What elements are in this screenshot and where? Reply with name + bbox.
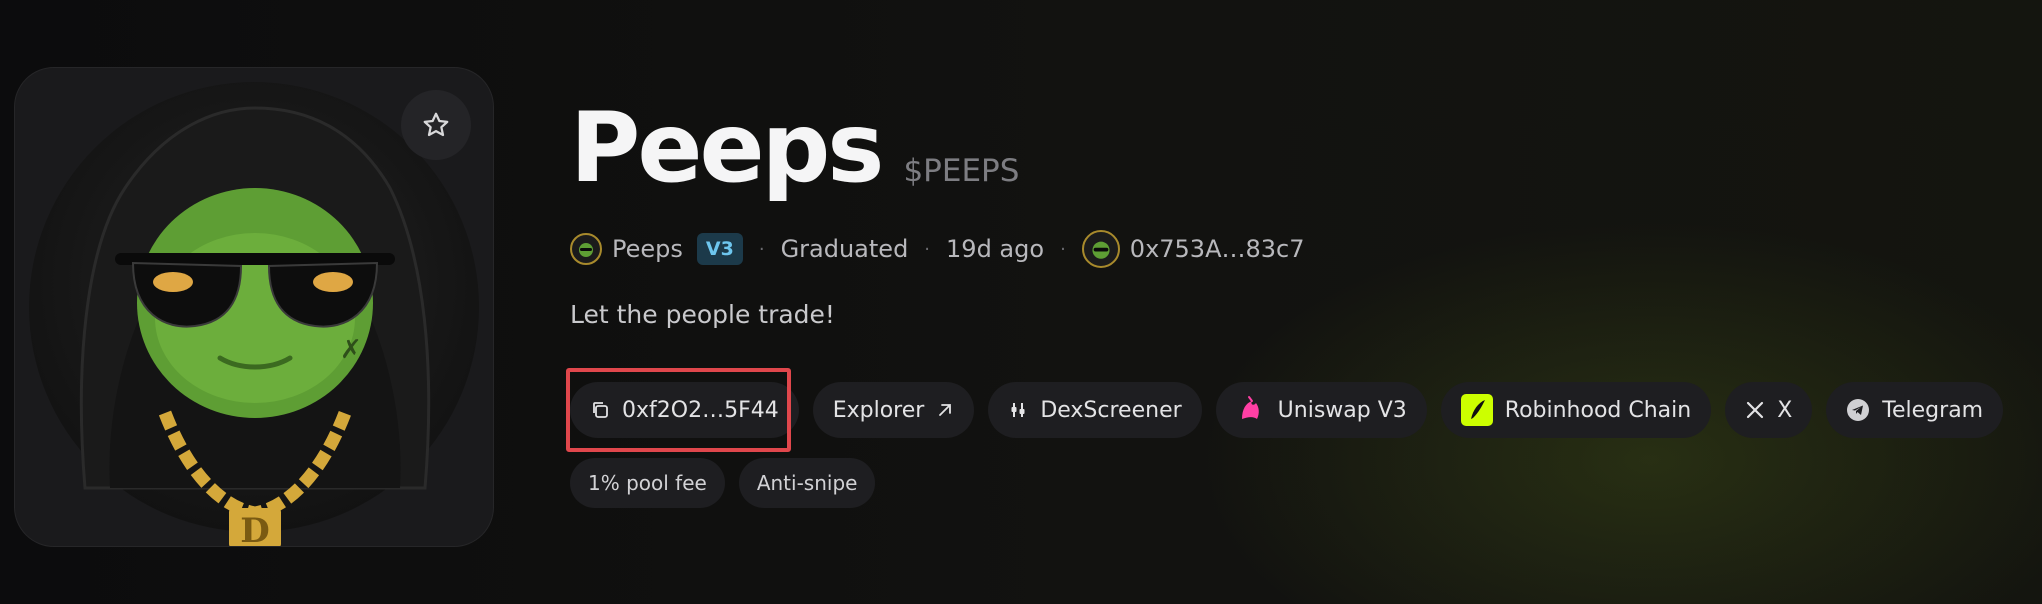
frog-avatar-icon	[1092, 241, 1110, 259]
favorite-button[interactable]	[401, 90, 471, 160]
pool-fee-tag: 1% pool fee	[570, 458, 725, 508]
svg-text:D: D	[240, 511, 269, 546]
separator-dot: ·	[1060, 238, 1066, 260]
external-arrow-icon	[939, 404, 952, 416]
token-tags: 1% pool fee Anti-snipe	[570, 458, 876, 508]
explorer-link[interactable]: Explorer	[812, 382, 975, 438]
x-label: X	[1777, 397, 1793, 423]
token-description: Let the people trade!	[570, 300, 835, 329]
dexscreener-link[interactable]: DexScreener	[988, 382, 1202, 438]
status-label: Graduated	[780, 235, 909, 263]
created-age: 19d ago	[946, 235, 1045, 263]
uniswap-label: Uniswap V3	[1277, 397, 1407, 423]
robinhood-chain-label: Robinhood Chain	[1504, 397, 1692, 423]
deployer-address[interactable]: 0x753A…83c7	[1130, 235, 1305, 263]
separator-dot: ·	[924, 238, 931, 260]
token-links: 0xf2O2…5F44 Explorer DexScreener Uniswap…	[570, 382, 2004, 438]
creator-avatar[interactable]	[570, 233, 602, 265]
token-image-card: ✗ D	[14, 67, 494, 547]
copy-contract-address-button[interactable]: 0xf2O2…5F44	[570, 382, 799, 438]
token-ticker: $PEEPS	[903, 153, 1020, 189]
telegram-icon	[1847, 399, 1870, 421]
version-badge: V3	[696, 233, 743, 265]
token-name: Peeps	[570, 92, 884, 204]
token-meta-row: Peeps V3 · Graduated · 19d ago · 0x753A……	[570, 229, 1305, 269]
frog-avatar-icon	[579, 243, 593, 257]
dexscreener-label: DexScreener	[1040, 397, 1182, 423]
token-header: Peeps $PEEPS	[570, 100, 1019, 196]
creator-name[interactable]: Peeps	[612, 235, 683, 263]
x-link[interactable]: X	[1725, 382, 1813, 438]
telegram-label: Telegram	[1882, 397, 1984, 423]
separator-dot: ·	[758, 238, 765, 260]
anti-snipe-tag: Anti-snipe	[738, 458, 876, 508]
contract-address-label: 0xf2O2…5F44	[622, 397, 779, 423]
uniswap-link[interactable]: Uniswap V3	[1215, 382, 1427, 438]
svg-text:✗: ✗	[340, 335, 362, 365]
deployer-avatar[interactable]	[1081, 230, 1120, 268]
robinhood-chain-link[interactable]: Robinhood Chain	[1440, 382, 1712, 438]
telegram-link[interactable]: Telegram	[1826, 382, 2004, 438]
explorer-label: Explorer	[832, 397, 925, 423]
copy-icon	[593, 402, 608, 418]
star-icon	[423, 112, 449, 137]
x-logo-icon	[1747, 401, 1764, 419]
dexscreener-icon	[1011, 403, 1025, 417]
uniswap-unicorn-icon	[1241, 396, 1259, 419]
robinhood-feather-icon	[1460, 394, 1493, 426]
